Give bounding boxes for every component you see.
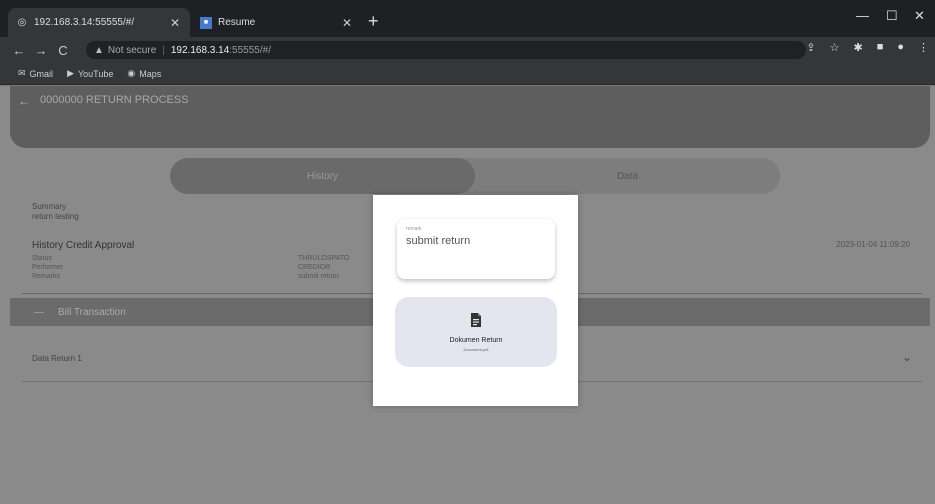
chevron-down-icon[interactable]: ⌄ (902, 350, 912, 364)
document-return-button[interactable]: Dokumen Return Document.pdf (395, 297, 557, 367)
close-icon[interactable]: ✕ (168, 16, 182, 30)
summary-label: Summary (32, 202, 67, 211)
globe-icon: ◎ (17, 17, 27, 28)
history-value: CREDIOR (298, 264, 331, 271)
page-title: 0000000 RETURN PROCESS (40, 94, 189, 106)
bookmark-gmail[interactable]: ✉ Gmail (18, 68, 53, 79)
page-icon: ■ (200, 16, 212, 29)
document-subtitle: Document.pdf (463, 347, 489, 352)
history-values: THRULOSPATO CREDIOR submit return (298, 254, 349, 281)
tab-resume[interactable]: ■ Resume ✕ (192, 8, 362, 37)
maximize-button[interactable]: ☐ (886, 8, 898, 24)
tab-title: 192.168.3.14:55555/#/ (34, 17, 135, 28)
back-arrow-icon[interactable]: ← (18, 94, 30, 108)
bookmarks-bar: ✉ Gmail ▶ YouTube ◉ Maps (0, 63, 935, 85)
star-icon[interactable]: ☆ (830, 41, 840, 54)
bookmark-label: Gmail (29, 68, 54, 79)
profile-icon[interactable]: ● (897, 41, 904, 54)
toolbar-icons: ⇪ ☆ ✱ ■ ● ⋮ (806, 41, 929, 54)
window-close-button[interactable]: ✕ (914, 8, 925, 24)
tab-data[interactable]: Data (475, 158, 780, 194)
remark-card: remark submit return (397, 219, 555, 279)
sidepanel-icon[interactable]: ■ (877, 41, 884, 54)
bookmark-label: Maps (139, 68, 162, 79)
new-tab-button[interactable]: + (368, 12, 379, 30)
tab-history[interactable]: History (170, 158, 475, 194)
segmented-control: History Data (170, 158, 780, 194)
share-icon[interactable]: ⇪ (806, 41, 815, 54)
menu-icon[interactable]: ⋮ (918, 41, 929, 54)
history-title: History Credit Approval (32, 240, 135, 251)
summary-value: return testing (32, 212, 79, 221)
youtube-icon: ▶ (67, 68, 74, 78)
security-label: Not secure (107, 44, 157, 56)
tab-app[interactable]: ◎ 192.168.3.14:55555/#/ ✕ (8, 8, 190, 37)
gmail-icon: ✉ (18, 68, 26, 78)
tab-title: Resume (218, 17, 256, 28)
data-return-label: Data Return 1 (32, 354, 82, 363)
tab-bar: ◎ 192.168.3.14:55555/#/ ✕ ■ Resume ✕ + —… (0, 0, 935, 37)
separator: | (162, 44, 165, 56)
bookmark-youtube[interactable]: ▶ YouTube (67, 68, 113, 79)
history-key: Remarks (32, 273, 61, 280)
address-bar[interactable]: ▲ Not secure | 192.168.3.14 :55555/#/ (86, 41, 806, 59)
bookmark-label: YouTube (77, 68, 114, 79)
history-keys: Status Performer Remarks (32, 254, 63, 281)
forward-button[interactable]: → (30, 43, 52, 58)
document-title: Dokumen Return (449, 337, 503, 344)
section-title: Bill Transaction (58, 306, 126, 318)
warning-icon[interactable]: ▲ (94, 45, 104, 56)
close-icon[interactable]: ✕ (340, 16, 354, 30)
collapse-icon: — (34, 306, 44, 318)
remark-value: submit return (406, 235, 471, 247)
history-key: Performer (32, 264, 64, 271)
history-value: THRULOSPATO (298, 255, 350, 262)
extensions-icon[interactable]: ✱ (853, 41, 862, 54)
history-value: submit return (298, 273, 339, 280)
summary-block: Summary return testing (32, 202, 79, 222)
url-host: 192.168.3.14 (170, 44, 230, 56)
app-header: ← 0000000 RETURN PROCESS (10, 86, 930, 148)
minimize-button[interactable]: — (856, 8, 869, 23)
document-icon (471, 313, 481, 327)
remark-label: remark (406, 226, 422, 232)
return-dialog: remark submit return Dokumen Return Docu… (373, 195, 578, 406)
history-key: Status (32, 255, 52, 262)
reload-button[interactable]: C (52, 43, 74, 58)
history-date: 2023-01-04 11:09:20 (836, 240, 910, 249)
back-button[interactable]: ← (8, 43, 30, 58)
bookmark-maps[interactable]: ◉ Maps (127, 68, 161, 79)
url-path: :55555/#/ (229, 44, 271, 56)
maps-icon: ◉ (127, 68, 136, 78)
